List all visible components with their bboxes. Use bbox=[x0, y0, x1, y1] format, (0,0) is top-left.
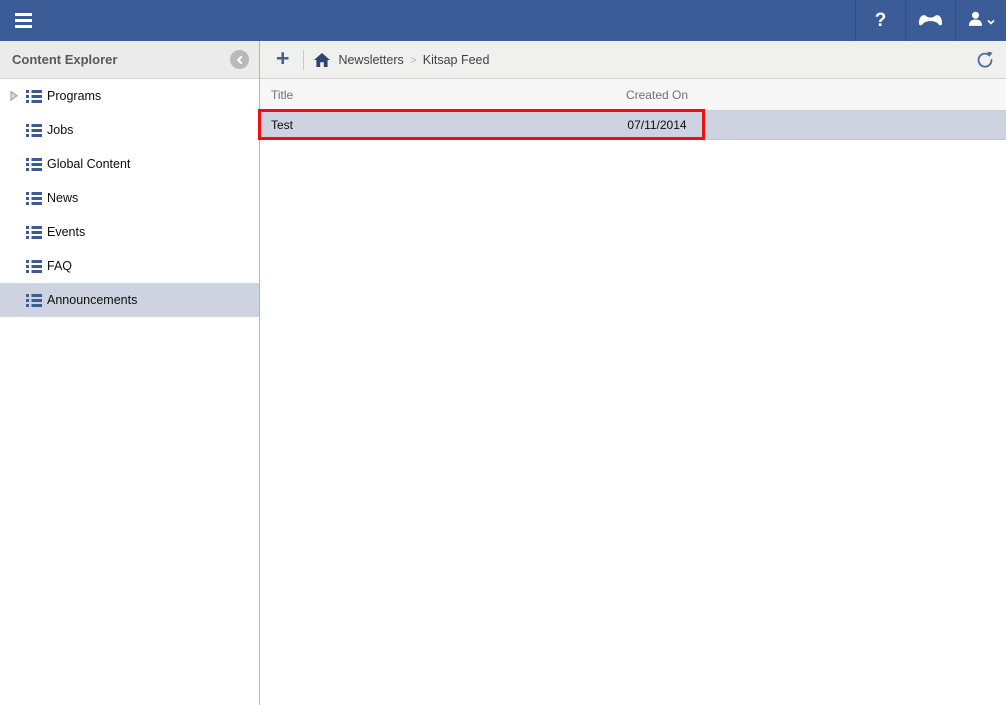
sidebar-item-faq[interactable]: FAQ bbox=[0, 249, 259, 283]
sidebar-item-label: Events bbox=[47, 225, 85, 239]
content-tree: Programs Jobs bbox=[0, 79, 259, 317]
sidebar-header: Content Explorer bbox=[0, 41, 259, 79]
help-icon: ? bbox=[875, 10, 887, 32]
breadcrumb-item-kitsap-feed[interactable]: Kitsap Feed bbox=[423, 53, 490, 67]
add-button[interactable]: + bbox=[270, 47, 295, 73]
list-icon bbox=[26, 90, 42, 103]
phone-icon bbox=[917, 11, 944, 30]
list-icon bbox=[26, 158, 42, 171]
toolbar: + Newsletters > Kitsap Feed bbox=[260, 41, 1006, 79]
cell-created-on: 07/11/2014 bbox=[597, 118, 717, 132]
help-button[interactable]: ? bbox=[855, 0, 905, 41]
expand-arrow-icon[interactable] bbox=[10, 91, 26, 101]
cell-title: Test bbox=[260, 118, 597, 132]
sidebar-item-label: Programs bbox=[47, 89, 101, 103]
list-icon bbox=[26, 192, 42, 205]
breadcrumb-separator: > bbox=[410, 53, 417, 67]
sidebar-item-jobs[interactable]: Jobs bbox=[0, 113, 259, 147]
chevron-left-icon bbox=[235, 55, 245, 65]
refresh-button[interactable] bbox=[976, 51, 994, 69]
collapse-sidebar-button[interactable] bbox=[230, 50, 249, 69]
content-area: Content Explorer bbox=[0, 41, 1006, 705]
column-header-title[interactable]: Title bbox=[260, 88, 597, 102]
sidebar-item-label: Announcements bbox=[47, 293, 137, 307]
list-icon bbox=[26, 260, 42, 273]
sidebar-item-announcements[interactable]: Announcements bbox=[0, 283, 259, 317]
sidebar-item-programs[interactable]: Programs bbox=[0, 79, 259, 113]
top-bar: ? bbox=[0, 0, 1006, 41]
sidebar-item-label: Jobs bbox=[47, 123, 73, 137]
sidebar-item-label: News bbox=[47, 191, 78, 205]
list-icon bbox=[26, 226, 42, 239]
topbar-actions: ? bbox=[855, 0, 1006, 41]
sidebar-item-global-content[interactable]: Global Content bbox=[0, 147, 259, 181]
sidebar-item-news[interactable]: News bbox=[0, 181, 259, 215]
table-header: Title Created On bbox=[260, 79, 1006, 111]
phone-button[interactable] bbox=[905, 0, 955, 41]
sidebar-item-label: Global Content bbox=[47, 157, 130, 171]
list-icon bbox=[26, 124, 42, 137]
chevron-down-icon bbox=[987, 14, 995, 28]
user-icon bbox=[967, 11, 984, 30]
column-header-created-on[interactable]: Created On bbox=[597, 88, 717, 102]
list-icon bbox=[26, 294, 42, 307]
breadcrumb-item-newsletters[interactable]: Newsletters bbox=[338, 53, 403, 67]
table-row[interactable]: Test 07/11/2014 bbox=[260, 111, 1006, 140]
main-panel: + Newsletters > Kitsap Feed Tit bbox=[260, 41, 1006, 705]
home-icon[interactable] bbox=[314, 53, 330, 67]
toolbar-divider bbox=[303, 50, 304, 70]
sidebar-item-events[interactable]: Events bbox=[0, 215, 259, 249]
hamburger-icon bbox=[15, 13, 32, 16]
breadcrumb: Newsletters > Kitsap Feed bbox=[314, 53, 976, 67]
sidebar-item-label: FAQ bbox=[47, 259, 72, 273]
sidebar-title: Content Explorer bbox=[12, 52, 230, 67]
hamburger-menu-button[interactable] bbox=[0, 0, 46, 41]
refresh-icon bbox=[976, 51, 994, 69]
content-explorer-sidebar: Content Explorer bbox=[0, 41, 260, 705]
user-menu-button[interactable] bbox=[955, 0, 1006, 41]
